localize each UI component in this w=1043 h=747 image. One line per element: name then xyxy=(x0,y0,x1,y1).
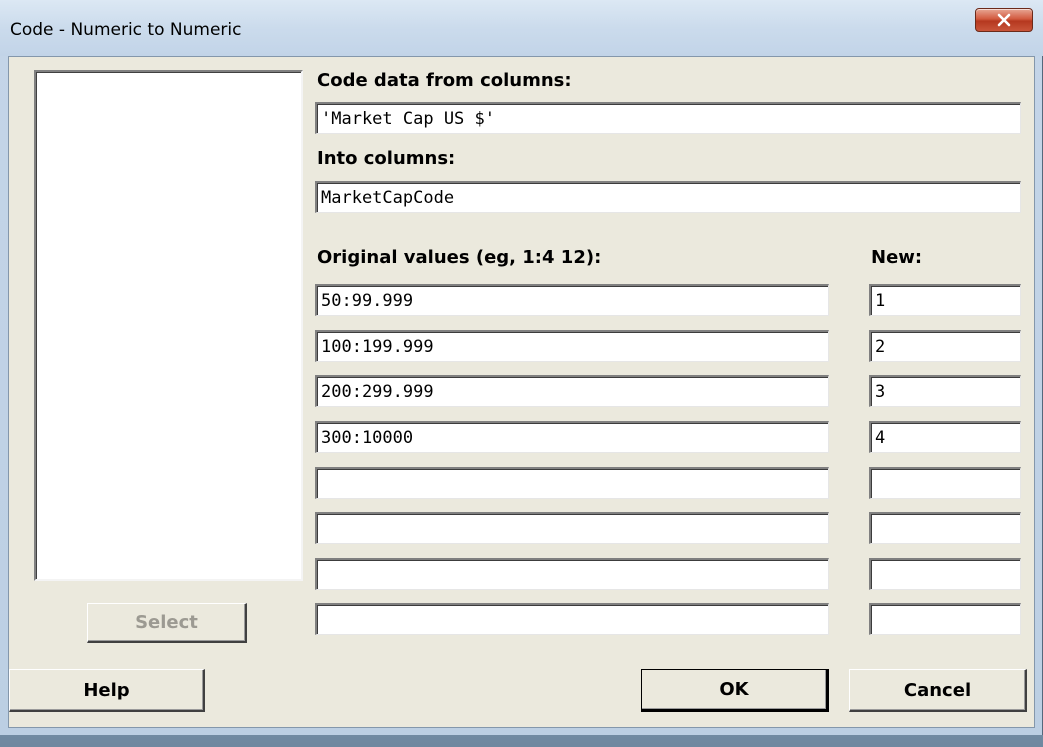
close-button[interactable] xyxy=(975,8,1033,32)
new-value-input-5[interactable] xyxy=(869,467,1021,499)
cancel-button[interactable]: Cancel xyxy=(849,669,1027,712)
into-columns-label: Into columns: xyxy=(317,148,456,169)
help-button[interactable]: Help xyxy=(9,669,205,712)
original-value-input-8[interactable] xyxy=(315,603,829,635)
dialog-client-area: Select Help Code data from columns: 'Mar… xyxy=(8,56,1035,728)
new-value-input-6[interactable] xyxy=(869,512,1021,544)
dialog-window: Code - Numeric to Numeric Select Help Co… xyxy=(0,0,1043,735)
new-value-input-8[interactable] xyxy=(869,603,1021,635)
new-value-input-1[interactable]: 1 xyxy=(869,284,1021,316)
original-values-label: Original values (eg, 1:4 12): xyxy=(317,247,602,268)
close-x-icon xyxy=(996,13,1012,27)
code-from-label: Code data from columns: xyxy=(317,70,572,91)
title-bar[interactable]: Code - Numeric to Numeric xyxy=(0,0,1043,56)
original-value-input-1[interactable]: 50:99.999 xyxy=(315,284,829,316)
select-button[interactable]: Select xyxy=(87,603,247,643)
original-value-input-4[interactable]: 300:10000 xyxy=(315,421,829,453)
original-value-input-2[interactable]: 100:199.999 xyxy=(315,330,829,362)
code-from-input[interactable]: 'Market Cap US $' xyxy=(315,102,1021,134)
new-value-input-4[interactable]: 4 xyxy=(869,421,1021,453)
original-value-input-5[interactable] xyxy=(315,467,829,499)
new-value-input-7[interactable] xyxy=(869,558,1021,590)
new-value-input-2[interactable]: 2 xyxy=(869,330,1021,362)
original-value-input-6[interactable] xyxy=(315,512,829,544)
into-columns-input[interactable]: MarketCapCode xyxy=(315,181,1021,213)
variable-list[interactable] xyxy=(34,70,303,581)
ok-button[interactable]: OK xyxy=(641,669,829,712)
window-title: Code - Numeric to Numeric xyxy=(10,20,242,40)
original-value-input-3[interactable]: 200:299.999 xyxy=(315,375,829,407)
original-value-input-7[interactable] xyxy=(315,558,829,590)
new-value-input-3[interactable]: 3 xyxy=(869,375,1021,407)
new-values-label: New: xyxy=(871,247,923,268)
